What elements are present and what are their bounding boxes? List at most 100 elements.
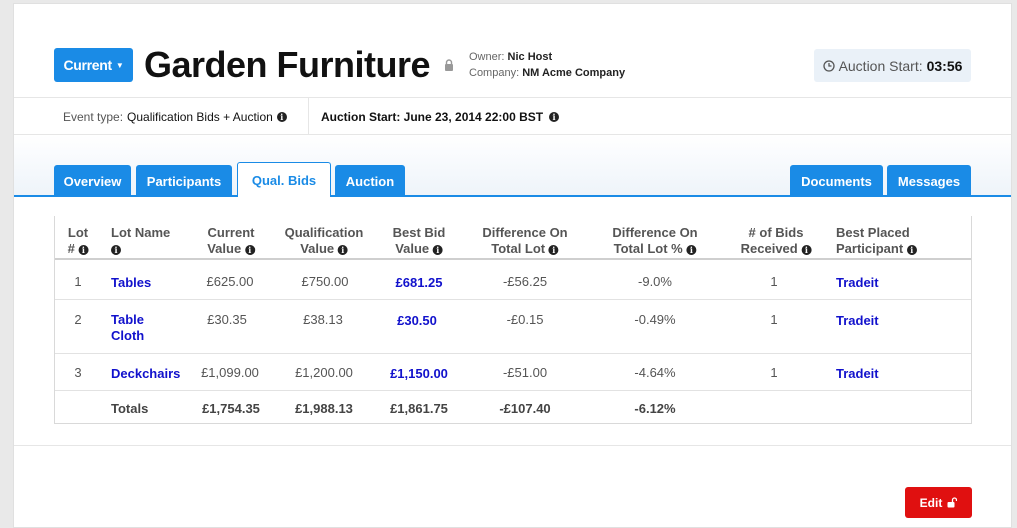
total-current: £1,754.35 (202, 401, 260, 416)
col-label: Difference On (612, 225, 698, 240)
info-icon[interactable]: i (337, 244, 348, 255)
lot-number: 3 (74, 365, 82, 380)
bids-received: 1 (770, 365, 778, 380)
clock-icon (822, 59, 835, 72)
timer-label: Auction Start: (838, 57, 923, 74)
difference-percent: -9.0% (638, 274, 672, 289)
lot-name-link[interactable]: Table Cloth (111, 312, 144, 344)
total-difference-percent: -6.12% (634, 401, 676, 416)
col-label: Difference On (482, 225, 568, 240)
info-icon[interactable]: i (432, 244, 443, 255)
page-title: Garden Furniture (144, 44, 431, 85)
lot-name-line: Table (111, 312, 144, 327)
company-label: Company: (469, 67, 520, 79)
col-label: Best Placed (836, 225, 910, 240)
col-label: Current (207, 225, 255, 240)
lot-name-link[interactable]: Tables (111, 275, 151, 290)
owner-value: Nic Host (507, 51, 553, 63)
info-icon[interactable]: i (78, 244, 89, 255)
timer-value: 03:56 (926, 57, 963, 74)
bids-received: 1 (770, 274, 778, 289)
status-label: Current (63, 57, 112, 73)
col-label: Best Bid (392, 225, 446, 240)
lot-number: 1 (74, 274, 82, 289)
tab-messages[interactable]: Messages (887, 165, 971, 197)
tab-documents[interactable]: Documents (790, 165, 883, 197)
lot-number: 2 (74, 312, 82, 327)
difference-percent: -0.49% (634, 312, 676, 327)
current-value: £625.00 (206, 274, 254, 289)
event-info-bar: Event type: Qualification Bids + Auction… (14, 97, 1011, 135)
tab-auction[interactable]: Auction (335, 165, 405, 197)
table-header: Lot # i Lot Name i Current Value i Quali… (55, 216, 971, 260)
col-best-placed: Best Placed Participant i (836, 225, 917, 257)
tab-qual-bids[interactable]: Qual. Bids (237, 162, 331, 197)
col-best-bid-value: Best Bid Value i (393, 225, 446, 257)
owner-info: Owner: Nic Host Company: NM Acme Company (469, 49, 625, 81)
col-qualification-value: Qualification Value i (285, 225, 364, 257)
col-bids-received: # of Bids Received i (741, 225, 812, 257)
col-lot-name: Lot Name i (111, 225, 170, 257)
info-icon[interactable]: i (244, 244, 255, 255)
total-best-bid: £1,861.75 (390, 401, 448, 416)
event-type: Event type: Qualification Bids + Auction… (63, 110, 287, 124)
qualification-value: £38.13 (303, 312, 343, 327)
col-label: Total Lot (491, 241, 546, 256)
owner-label: Owner: (469, 51, 505, 63)
qualification-value: £750.00 (301, 274, 349, 289)
divider (14, 445, 1011, 446)
caret-down-icon: ▼ (115, 61, 124, 70)
col-label: # (67, 241, 75, 256)
participant-link[interactable]: Tradeit (836, 366, 879, 381)
auction-timer: Auction Start: 03:56 (814, 49, 971, 82)
difference-value: -£0.15 (506, 312, 544, 327)
tab-overview[interactable]: Overview (54, 165, 131, 197)
col-difference-percent: Difference On Total Lot % i (612, 225, 697, 257)
event-type-value: Qualification Bids + Auction (127, 110, 273, 124)
qualification-value: £1,200.00 (295, 365, 353, 380)
info-icon[interactable]: i (686, 244, 697, 255)
difference-value: -£56.25 (502, 274, 548, 289)
current-value: £1,099.00 (201, 365, 259, 380)
best-bid-link[interactable]: £1,150.00 (390, 366, 448, 381)
col-label: Value (395, 241, 430, 256)
edit-button[interactable]: Edit (905, 487, 972, 518)
col-label: Value (207, 241, 242, 256)
info-icon[interactable]: i (548, 244, 559, 255)
info-icon[interactable]: i (276, 112, 287, 122)
info-icon[interactable]: i (549, 112, 560, 122)
auction-start-info: Auction Start: June 23, 2014 22:00 BST i (321, 110, 560, 124)
info-icon[interactable]: i (111, 244, 121, 255)
col-label: # of Bids (748, 225, 804, 240)
event-type-label: Event type: (63, 110, 124, 124)
col-label: Value (300, 241, 335, 256)
bids-received: 1 (770, 312, 778, 327)
info-icon[interactable]: i (906, 244, 917, 255)
lot-name-link[interactable]: Deckchairs (111, 366, 180, 381)
tab-participants[interactable]: Participants (136, 165, 232, 197)
total-qualification: £1,988.13 (295, 401, 353, 416)
edit-label: Edit (919, 495, 943, 510)
participant-link[interactable]: Tradeit (836, 275, 879, 290)
col-label: Total Lot % (613, 241, 683, 256)
best-bid-link[interactable]: £681.25 (396, 275, 443, 290)
totals-label: Totals (111, 401, 149, 416)
lot-name-line: Cloth (111, 328, 145, 343)
best-bid-link[interactable]: £30.50 (397, 313, 437, 328)
col-current-value: Current Value i (207, 225, 255, 257)
qual-bids-table: Lot # i Lot Name i Current Value i Quali… (54, 216, 972, 424)
status-dropdown-button[interactable]: Current ▼ (54, 48, 133, 82)
col-label: Lot (67, 225, 89, 240)
totals-row: Totals £1,754.35 £1,988.13 £1,861.75 -£1… (55, 391, 971, 423)
participant-link[interactable]: Tradeit (836, 313, 879, 328)
lock-icon (445, 59, 453, 71)
current-value: £30.35 (207, 312, 247, 327)
col-label: Qualification (284, 225, 364, 240)
divider (308, 98, 309, 135)
info-icon[interactable]: i (801, 244, 812, 255)
company-value: NM Acme Company (522, 67, 626, 79)
col-label: Received (740, 241, 798, 256)
table-row: 3 Deckchairs £1,099.00 £1,200.00 £1,150.… (55, 354, 971, 391)
auction-start-text: Auction Start: June 23, 2014 22:00 BST (321, 110, 544, 124)
unlock-icon (947, 497, 958, 508)
